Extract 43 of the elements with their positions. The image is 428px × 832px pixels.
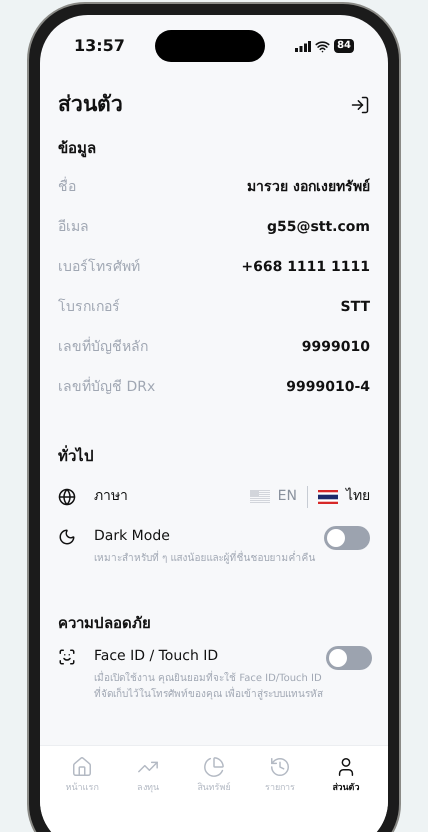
language-option[interactable]: EN <box>250 486 297 507</box>
section-title: ความปลอดภัย <box>58 612 152 634</box>
info-value: 9999010 <box>302 338 370 356</box>
nav-tab[interactable]: ลงทุน <box>116 756 180 802</box>
status-time: 13:57 <box>74 35 125 57</box>
info-value: มารวย งอกเงยทรัพย์ <box>247 178 370 196</box>
info-label: เลขที่บัญชี DRx <box>58 376 156 396</box>
section-title: ข้อมูล <box>58 138 97 159</box>
setting-label: Face ID / Touch ID <box>94 647 220 666</box>
history-icon <box>269 756 291 778</box>
setting-description: เหมาะสำหรับที่ ๆ แสงน้อยและผู้ที่ชื่นชอบยามค่ำคืน <box>94 550 316 566</box>
info-label: ชื่อ <box>58 176 76 196</box>
moon-icon <box>58 528 76 546</box>
pie-chart-icon <box>203 756 225 778</box>
house-icon <box>71 756 93 778</box>
page-title: ส่วนตัว <box>58 91 123 118</box>
info-label: โบรกเกอร์ <box>58 298 120 316</box>
info-value: +668 1111 1111 <box>241 258 370 276</box>
info-label: เบอร์โทรศัพท์ <box>58 258 140 276</box>
info-value: 9999010-4 <box>286 378 370 396</box>
nav-tab[interactable]: สินทรัพย์ <box>182 756 246 802</box>
battery-level: 84 <box>334 39 354 53</box>
info-value: g55@stt.com <box>266 218 370 236</box>
section-title: ทั่วไป <box>58 445 95 467</box>
toggle-switch[interactable] <box>324 526 370 550</box>
info-label: อีเมล <box>58 218 89 236</box>
setting-description: เมื่อเปิดใช้งาน คุณยินยอมที่จะใช้ Face ID/Touch ID ที่จัดเก็บไว้ในโทรศัพท์ของคุณ เพื่อเข้าสู่ระบบแทนรหัส <box>94 671 326 703</box>
globe-icon <box>58 488 76 506</box>
nav-tab[interactable]: รายการ <box>248 756 312 802</box>
toggle-switch[interactable] <box>326 646 372 670</box>
language-label: ภาษา <box>94 487 128 506</box>
face-scan-icon <box>58 648 76 666</box>
language-option[interactable]: ไทย <box>318 486 370 507</box>
signal-icon <box>295 40 312 52</box>
flag-icon <box>250 490 270 504</box>
flag-icon <box>318 490 338 504</box>
nav-tab[interactable]: หน้าแรก <box>50 756 114 802</box>
info-label: เลขที่บัญชีหลัก <box>58 336 148 356</box>
nav-tab[interactable]: ส่วนตัว <box>314 756 378 802</box>
logout-icon[interactable] <box>350 94 370 115</box>
wifi-icon <box>315 38 330 54</box>
setting-label: Dark Mode <box>94 526 171 546</box>
info-value: STT <box>340 298 370 316</box>
